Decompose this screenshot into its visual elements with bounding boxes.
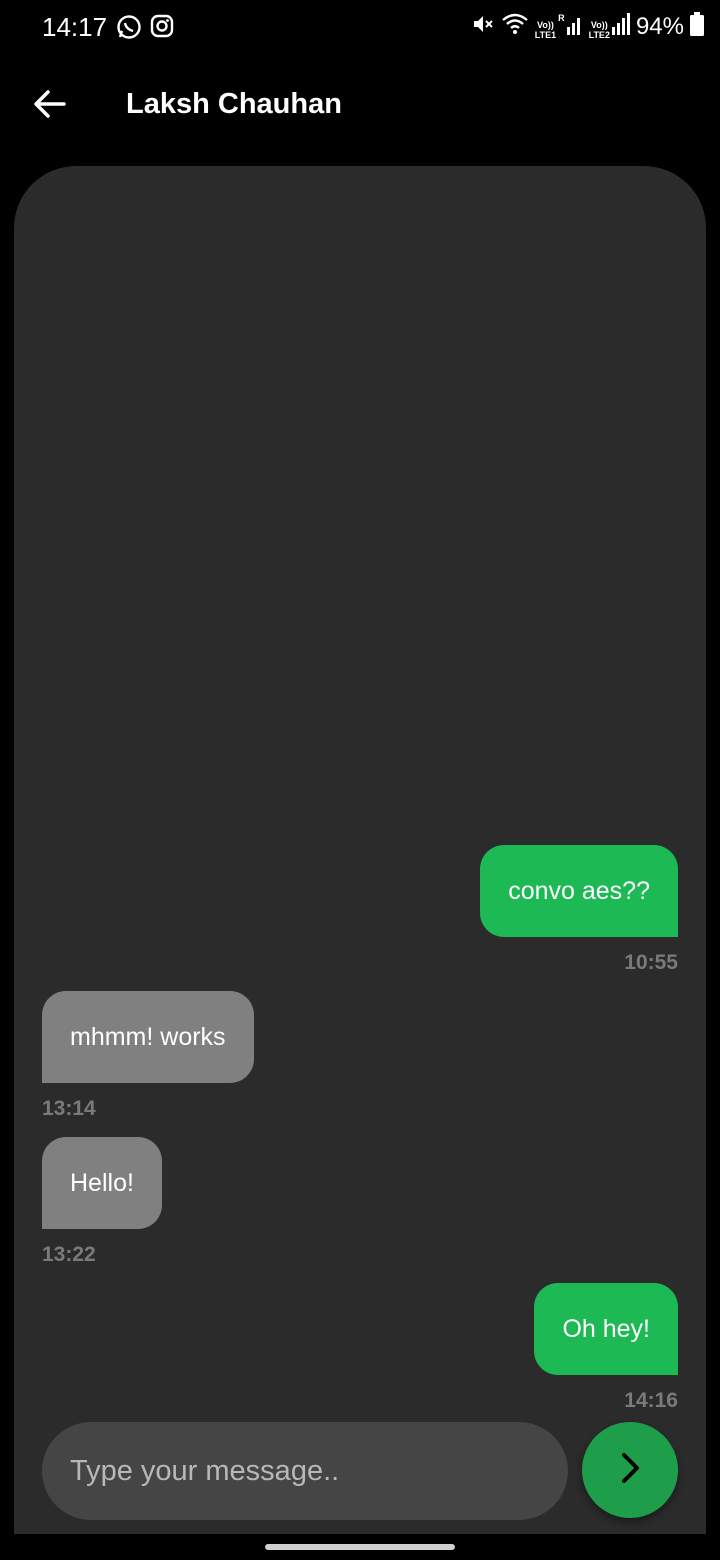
- roaming-label: R: [558, 13, 565, 23]
- sim2-indicator: Vo)) LTE2: [589, 13, 630, 40]
- status-bar: 14:17 Vo)) LTE1 R Vo)) LTE2 94%: [0, 0, 720, 56]
- status-right: Vo)) LTE1 R Vo)) LTE2 94%: [471, 12, 704, 41]
- message-text: convo aes??: [508, 877, 650, 905]
- sim1-volte-label: Vo)): [537, 20, 554, 30]
- message-bubble-outgoing[interactable]: convo aes??: [480, 845, 678, 937]
- chat-header: Laksh Chauhan: [0, 64, 720, 144]
- arrow-left-icon: [30, 90, 70, 128]
- sim2-volte-label: Vo)): [590, 20, 608, 30]
- notification-icons: [116, 14, 174, 45]
- sim2-lte-label: LTE2: [588, 30, 610, 40]
- sim1-indicator: Vo)) LTE1 R: [535, 13, 583, 40]
- message-timestamp: 13:22: [42, 1243, 96, 1266]
- message-timestamp: 10:55: [624, 951, 678, 974]
- wifi-icon: [501, 12, 529, 41]
- message-input[interactable]: [42, 1422, 568, 1520]
- back-button[interactable]: [30, 84, 70, 124]
- message-text: Hello!: [70, 1169, 134, 1197]
- chat-panel: convo aes?? 10:55 mhmm! works 13:14 Hell…: [14, 166, 706, 1534]
- message-timestamp: 14:16: [624, 1389, 678, 1412]
- message-bubble-incoming[interactable]: Hello!: [42, 1137, 162, 1229]
- battery-percent: 94%: [635, 12, 684, 40]
- battery-icon: [690, 12, 704, 41]
- sim1-lte-label: LTE1: [534, 30, 557, 40]
- message-text: mhmm! works: [70, 1023, 226, 1051]
- message-text: Oh hey!: [562, 1315, 650, 1343]
- message-timestamp: 13:14: [42, 1097, 96, 1120]
- status-time: 14:17: [42, 12, 108, 42]
- message-bubble-incoming[interactable]: mhmm! works: [42, 991, 254, 1083]
- message-bubble-outgoing[interactable]: Oh hey!: [534, 1283, 678, 1375]
- home-indicator[interactable]: [265, 1544, 455, 1550]
- instagram-icon: [150, 14, 174, 45]
- signal-icon: [566, 13, 583, 40]
- mute-icon: [471, 12, 495, 41]
- send-button[interactable]: [582, 1422, 678, 1518]
- contact-name: Laksh Chauhan: [126, 88, 342, 120]
- whatsapp-icon: [116, 14, 142, 45]
- chevron-right-icon: [612, 1450, 648, 1491]
- signal-icon: [611, 13, 630, 40]
